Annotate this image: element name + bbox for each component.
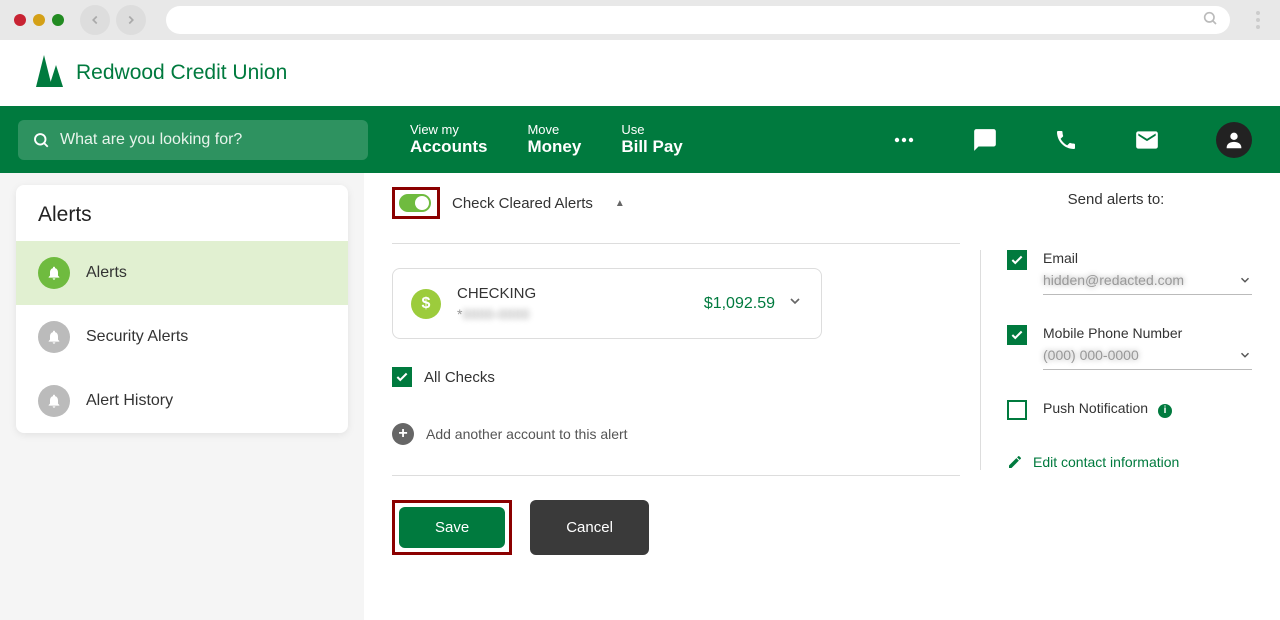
push-checkbox[interactable] xyxy=(1007,400,1027,420)
account-name: CHECKING xyxy=(457,285,704,302)
divider xyxy=(392,475,960,476)
add-account-button[interactable]: + Add another account to this alert xyxy=(392,423,960,445)
search-icon xyxy=(1202,10,1218,31)
mail-icon[interactable] xyxy=(1134,127,1160,153)
chevron-up-icon[interactable]: ▲ xyxy=(615,198,625,209)
bell-icon xyxy=(38,385,70,417)
sidebar: Alerts Alerts Security Alerts Alert Hist… xyxy=(0,173,364,620)
send-to-title: Send alerts to: xyxy=(980,191,1252,208)
phone-label: Mobile Phone Number xyxy=(1043,325,1252,341)
back-button[interactable] xyxy=(80,5,110,35)
phone-contact: Mobile Phone Number (000) 000-0000 xyxy=(1007,325,1252,370)
browser-menu-icon[interactable] xyxy=(1250,11,1266,29)
more-icon[interactable] xyxy=(892,128,916,152)
sidebar-card: Alerts Alerts Security Alerts Alert Hist… xyxy=(16,185,348,433)
search-icon xyxy=(32,131,50,149)
sidebar-item-label: Alerts xyxy=(86,264,127,282)
browser-chrome xyxy=(0,0,1280,40)
logo-icon xyxy=(36,51,66,96)
brand-name: Redwood Credit Union xyxy=(76,61,287,85)
sidebar-item-alert-history[interactable]: Alert History xyxy=(16,369,348,433)
nav-accounts[interactable]: View my Accounts xyxy=(410,122,487,157)
phone-dropdown[interactable]: (000) 000-0000 xyxy=(1043,347,1252,370)
pencil-icon xyxy=(1007,454,1023,470)
account-selector[interactable]: $ CHECKING *0000-0000 $1,092.59 xyxy=(392,268,822,339)
phone-icon[interactable] xyxy=(1054,128,1078,152)
email-value: hidden@redacted.com xyxy=(1043,272,1184,288)
alert-settings: Check Cleared Alerts ▲ $ CHECKING *0000-… xyxy=(392,187,960,600)
plus-icon: + xyxy=(392,423,414,445)
email-label: Email xyxy=(1043,250,1252,266)
window-close-icon[interactable] xyxy=(14,14,26,26)
checkbox-label: All Checks xyxy=(424,369,495,386)
phone-checkbox[interactable] xyxy=(1007,325,1027,345)
checkbox-checked-icon xyxy=(392,367,412,387)
nav-billpay[interactable]: Use Bill Pay xyxy=(621,122,682,157)
chat-icon[interactable] xyxy=(972,127,998,153)
forward-button[interactable] xyxy=(116,5,146,35)
alert-toggle-row: Check Cleared Alerts ▲ xyxy=(392,187,960,243)
nav-money[interactable]: Move Money xyxy=(527,122,581,157)
edit-contact-label: Edit contact information xyxy=(1033,454,1179,470)
account-balance: $1,092.59 xyxy=(704,295,775,313)
account-mask: *0000-0000 xyxy=(457,306,704,322)
nav-items: View my Accounts Move Money Use Bill Pay xyxy=(410,122,683,157)
divider xyxy=(392,243,960,244)
url-bar[interactable] xyxy=(166,6,1230,34)
window-minimize-icon[interactable] xyxy=(33,14,45,26)
nav-arrows xyxy=(80,5,146,35)
site-search[interactable] xyxy=(18,120,368,160)
profile-button[interactable] xyxy=(1216,122,1252,158)
push-label: Push Notification i xyxy=(1043,400,1252,418)
save-button[interactable]: Save xyxy=(399,507,505,548)
add-account-label: Add another account to this alert xyxy=(426,426,628,442)
chevron-down-icon xyxy=(1238,273,1252,287)
toggle-highlight xyxy=(392,187,440,219)
send-alerts-panel: Send alerts to: Email hidden@redacted.co… xyxy=(980,187,1252,600)
cancel-button[interactable]: Cancel xyxy=(530,500,649,555)
toggle-label: Check Cleared Alerts xyxy=(452,195,593,212)
button-row: Save Cancel xyxy=(392,500,960,555)
sidebar-item-security-alerts[interactable]: Security Alerts xyxy=(16,305,348,369)
sidebar-item-label: Alert History xyxy=(86,392,173,410)
edit-contact-link[interactable]: Edit contact information xyxy=(1007,454,1252,470)
bell-icon xyxy=(38,321,70,353)
email-dropdown[interactable]: hidden@redacted.com xyxy=(1043,272,1252,295)
avatar-icon xyxy=(1216,122,1252,158)
email-contact: Email hidden@redacted.com xyxy=(1007,250,1252,295)
push-contact: Push Notification i xyxy=(1007,400,1252,424)
sidebar-item-label: Security Alerts xyxy=(86,328,188,346)
sidebar-title: Alerts xyxy=(16,185,348,241)
alert-toggle[interactable] xyxy=(399,194,431,212)
main-nav: View my Accounts Move Money Use Bill Pay xyxy=(0,106,1280,173)
traffic-lights xyxy=(14,14,64,26)
email-checkbox[interactable] xyxy=(1007,250,1027,270)
nav-icons xyxy=(892,122,1262,158)
chevron-down-icon xyxy=(1238,348,1252,362)
phone-value: (000) 000-0000 xyxy=(1043,347,1139,363)
logo-header: Redwood Credit Union xyxy=(0,40,1280,106)
bell-icon xyxy=(38,257,70,289)
all-checks-checkbox[interactable]: All Checks xyxy=(392,367,960,387)
content-area: Alerts Alerts Security Alerts Alert Hist… xyxy=(0,173,1280,620)
info-icon[interactable]: i xyxy=(1158,404,1172,418)
search-input[interactable] xyxy=(60,131,354,149)
window-maximize-icon[interactable] xyxy=(52,14,64,26)
sidebar-item-alerts[interactable]: Alerts xyxy=(16,241,348,305)
chevron-down-icon xyxy=(787,293,803,314)
main-panel: Check Cleared Alerts ▲ $ CHECKING *0000-… xyxy=(364,173,1280,620)
save-highlight: Save xyxy=(392,500,512,555)
dollar-icon: $ xyxy=(411,289,441,319)
account-info: CHECKING *0000-0000 xyxy=(457,285,704,322)
